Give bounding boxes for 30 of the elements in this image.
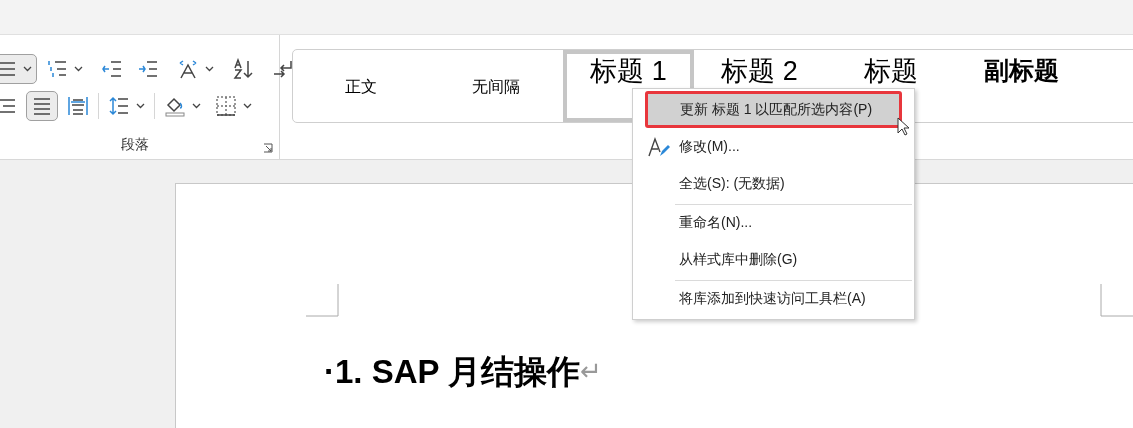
chevron-down-icon — [243, 102, 252, 109]
chevron-down-icon — [192, 102, 201, 109]
paragraph-mark: ↵ — [580, 355, 603, 387]
borders-icon — [215, 94, 237, 117]
chevron-down-icon — [205, 65, 214, 72]
toolbar-button[interactable] — [26, 90, 58, 121]
text-direction-icon — [177, 57, 199, 80]
pen-icon — [647, 136, 671, 158]
toolbar-button[interactable] — [0, 53, 37, 84]
menu-item[interactable]: 全选(S): (无数据) — [633, 165, 914, 202]
style-option[interactable]: 正文 — [293, 50, 428, 122]
group-label: 段落 — [120, 135, 149, 154]
mouse-pointer-icon — [897, 117, 911, 137]
line-spacing-icon — [108, 94, 130, 117]
menu-item[interactable]: 修改(M)... — [633, 128, 914, 165]
menu-item[interactable]: 将库添加到快速访问工具栏(A) — [633, 280, 914, 317]
style-option[interactable]: 无间隔 — [428, 50, 563, 122]
menu-item[interactable]: 重命名(N)... — [633, 204, 914, 241]
crop-mark-icon — [306, 284, 339, 317]
menu-item[interactable]: 从样式库中删除(G) — [633, 241, 914, 278]
chevron-down-icon — [23, 65, 32, 72]
dialog-launcher-icon[interactable] — [263, 143, 273, 153]
crop-mark-icon — [1100, 284, 1133, 317]
menu-item[interactable]: 更新 标题 1 以匹配所选内容(P) — [645, 91, 902, 128]
sort-icon — [232, 57, 254, 80]
chevron-down-icon — [136, 102, 145, 109]
style-option[interactable]: 副标题 — [956, 50, 1087, 122]
document-heading: ·1. SAP 月结操作 — [324, 352, 581, 392]
distributed-icon — [67, 94, 89, 117]
chevron-down-icon — [74, 65, 83, 72]
